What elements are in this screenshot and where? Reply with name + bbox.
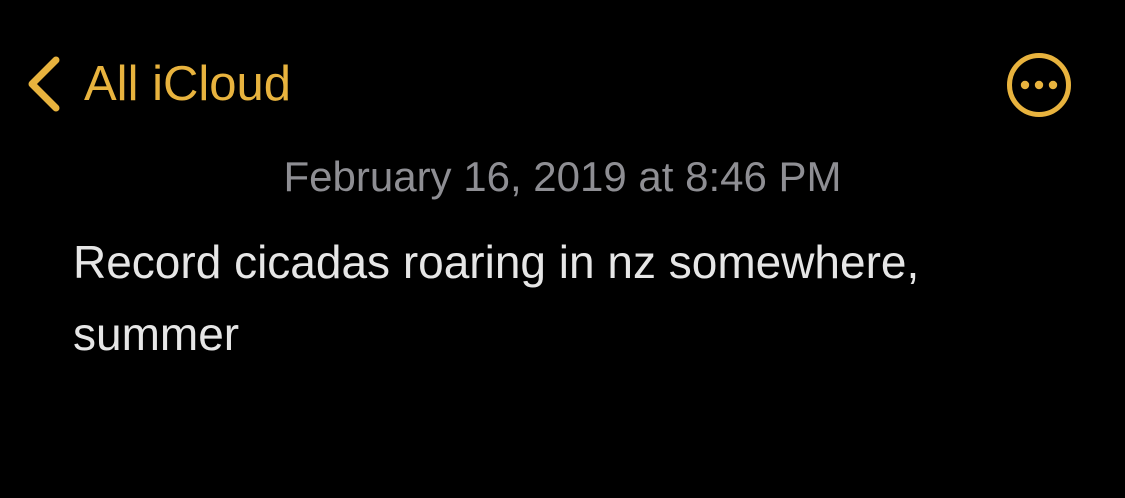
back-button[interactable]: All iCloud	[24, 52, 291, 116]
navigation-bar: All iCloud	[0, 0, 1125, 140]
note-body-text[interactable]: Record cicadas roaring in nz somewhere, …	[73, 226, 1063, 370]
back-button-label: All iCloud	[84, 56, 291, 111]
more-options-button[interactable]	[1006, 52, 1072, 118]
ellipsis-circle-icon	[1007, 53, 1071, 117]
note-date: February 16, 2019 at 8:46 PM	[283, 153, 842, 200]
chevron-left-icon	[28, 56, 60, 112]
